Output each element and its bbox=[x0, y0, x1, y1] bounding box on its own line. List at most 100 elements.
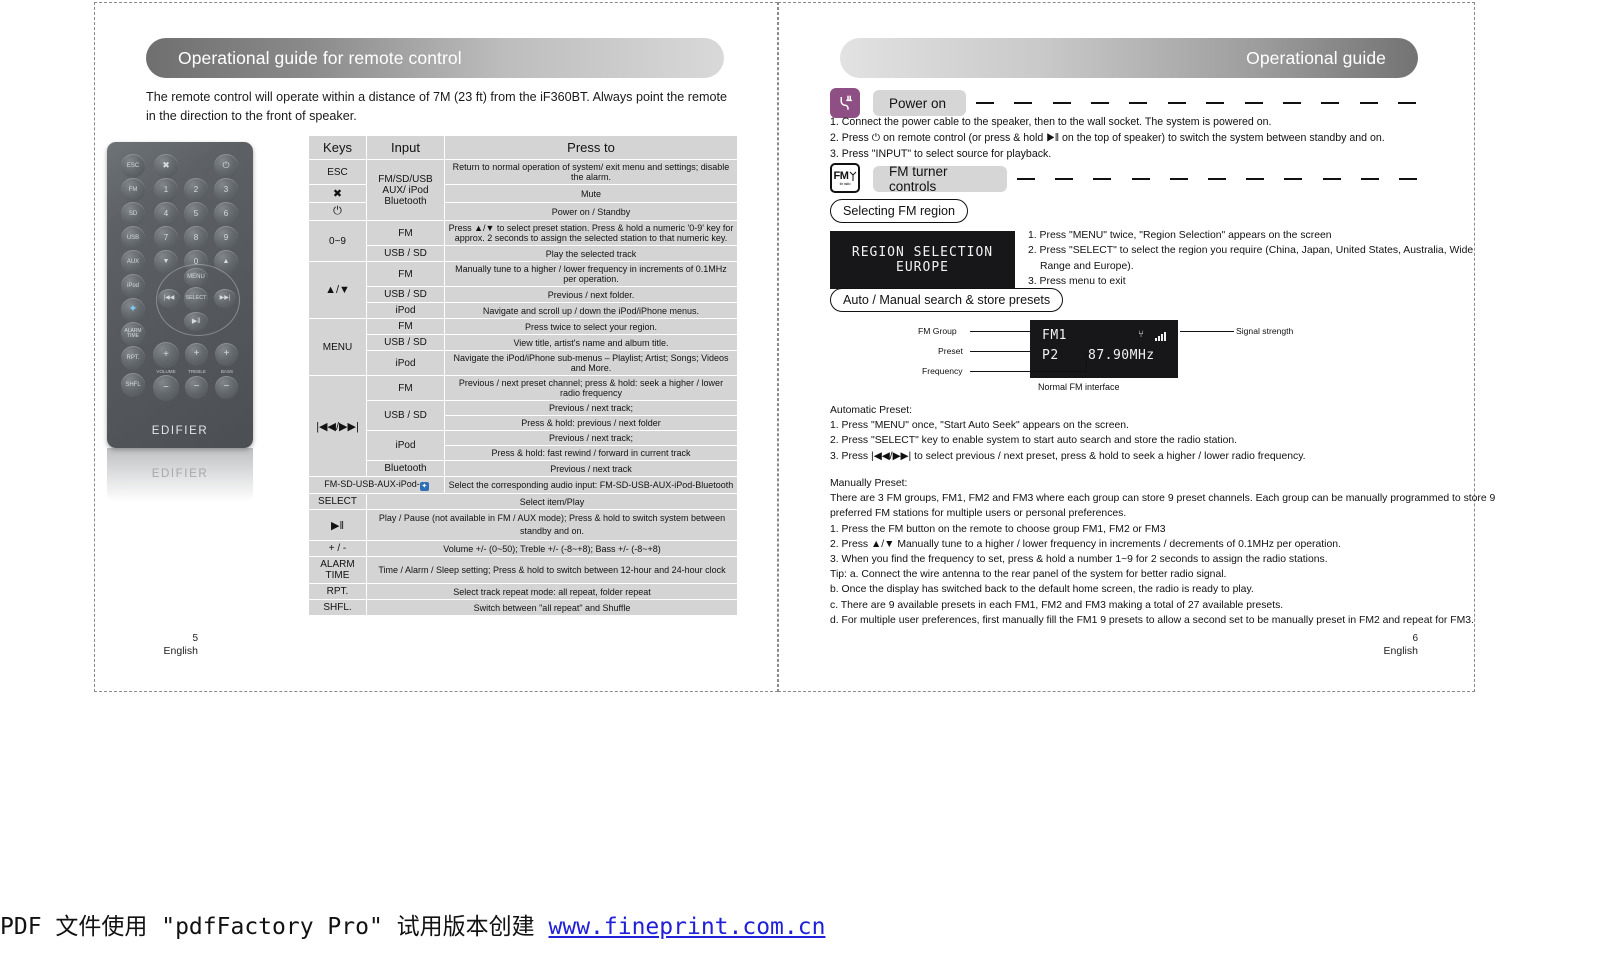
press-cell: Previous / next preset channel; press & … bbox=[444, 375, 738, 401]
treble-up-button: + bbox=[185, 343, 208, 366]
press-cell: Volume +/- (0~50); Treble +/- (-8~+8); B… bbox=[366, 540, 738, 557]
fm-group-value: FM1 bbox=[1042, 328, 1067, 343]
table-row: USB / SD Previous / next track; bbox=[309, 400, 738, 431]
key-cell-esc: ESC bbox=[308, 159, 367, 185]
manual-preset-tip-c: c. There are 9 available presets in each… bbox=[830, 599, 1284, 611]
key-cell-mute: ✖ bbox=[308, 184, 367, 203]
bass-down-button: − bbox=[215, 376, 238, 399]
table-row: ALARM TIME Time / Alarm / Sleep setting;… bbox=[308, 556, 738, 584]
table-header-row: Keys Input Press to bbox=[308, 135, 738, 160]
remote-button-1: 1 bbox=[154, 178, 178, 202]
right-page-language: English bbox=[1383, 645, 1418, 657]
press-cell: Press twice to select your region. bbox=[444, 318, 738, 335]
left-page-banner: Operational guide for remote control bbox=[146, 38, 724, 78]
press-cell: Play / Pause (not available in FM / AUX … bbox=[366, 509, 738, 541]
region-step-3: 3. Press menu to exit bbox=[1028, 276, 1126, 288]
power-step-2: 2. Press ⏻ on remote control (or press &… bbox=[830, 132, 1385, 144]
press-cell: Previous / next track bbox=[444, 460, 738, 477]
key-cell-power: ⏻ bbox=[308, 202, 367, 221]
table-row: Bluetooth Previous / next track bbox=[309, 460, 738, 477]
callout-signal-strength: Signal strength bbox=[1236, 326, 1294, 336]
leader-frequency-v bbox=[1086, 354, 1087, 372]
remote-button-sd: SD bbox=[121, 202, 145, 226]
table-row: ▲/▼ FM Manually tune to a higher / lower… bbox=[308, 261, 738, 319]
remote-button-6: 6 bbox=[214, 202, 238, 226]
input-cell-usb-sd: USB / SD bbox=[366, 245, 445, 262]
input-cell-fm: FM bbox=[366, 220, 445, 246]
table-row: USB / SD Play the selected track bbox=[309, 245, 738, 262]
signal-bars-icon bbox=[1155, 332, 1166, 341]
power-step-1: 1. Connect the power cable to the speake… bbox=[830, 116, 1272, 128]
input-cell-usb-sd: USB / SD bbox=[366, 334, 445, 351]
manual-preset-tip-a: Tip: a. Connect the wire antenna to the … bbox=[830, 569, 1227, 581]
press-cell: Press & hold: fast rewind / forward in c… bbox=[444, 445, 738, 461]
bass-up-button: + bbox=[215, 343, 238, 366]
callout-fm-group: FM Group bbox=[918, 326, 957, 336]
power-section-dashes bbox=[976, 102, 1416, 104]
input-cell-usb-sd: USB / SD bbox=[366, 400, 445, 431]
right-page: Operational guide Power on 1. Connect th… bbox=[778, 0, 1495, 692]
key-cell-plus-minus: + / - bbox=[308, 540, 367, 557]
press-cell: Press ▲/▼ to select preset station. Pres… bbox=[444, 220, 738, 246]
table-row: iPod Navigate the iPod/iPhone sub-menus … bbox=[309, 350, 738, 376]
table-row: |◀◀/▶▶| FM Previous / next preset channe… bbox=[308, 375, 738, 477]
remote-intro-text: The remote control will operate within a… bbox=[146, 90, 727, 123]
volume-knob-label: VOLUME bbox=[156, 369, 176, 374]
table-row: ESC FM/SD/USB AUX/ iPod Bluetooth Return… bbox=[308, 159, 738, 221]
input-cell-fm: FM bbox=[366, 375, 445, 401]
left-page-number: 5 bbox=[192, 633, 198, 644]
region-selection-display: REGION SELECTION EUROPE bbox=[830, 231, 1015, 289]
remote-body: ESC ✖ ⏻ FM 1 2 3 SD 4 5 6 USB 7 8 9 AUX bbox=[107, 142, 253, 448]
fm-figure-caption: Normal FM interface bbox=[1038, 382, 1120, 392]
automatic-preset-step-2: 2. Press "SELECT" key to enable system t… bbox=[830, 435, 1238, 447]
key-cell-shfl: SHFL. bbox=[308, 599, 367, 616]
remote-button-3: 3 bbox=[214, 178, 238, 202]
automatic-preset-title: Automatic Preset: bbox=[830, 405, 913, 416]
fm-radio-icon: FM for radio bbox=[830, 163, 860, 193]
automatic-preset-step-1: 1. Press "MENU" once, "Start Auto Seek" … bbox=[830, 420, 1129, 432]
normal-fm-interface-figure: FM1 P2 87.90MHz ⑂ FM Group Preset Freque… bbox=[918, 320, 1348, 398]
key-cell-play-pause: ▶‖ bbox=[308, 509, 367, 541]
key-cell-prevnext: |◀◀/▶▶| bbox=[308, 375, 367, 477]
table-row: MENU FM Press twice to select your regio… bbox=[308, 318, 738, 376]
fm-icon-sublabel: for radio bbox=[839, 181, 851, 186]
remote-button-next: ▶▶| bbox=[214, 289, 236, 308]
leader-signal bbox=[1180, 331, 1234, 332]
right-page-title: Operational guide bbox=[1246, 47, 1386, 68]
fm-section-dashes bbox=[1017, 178, 1417, 180]
remote-control-illustration: ESC ✖ ⏻ FM 1 2 3 SD 4 5 6 USB 7 8 9 AUX bbox=[99, 140, 279, 502]
region-step-2: 2. Press "SELECT" to select the region y… bbox=[1028, 245, 1474, 257]
press-cell: Navigate the iPod/iPhone sub-menus – Pla… bbox=[444, 350, 738, 376]
table-row: SHFL. Switch between "all repeat" and Sh… bbox=[308, 599, 738, 616]
fineprint-link[interactable]: www.fineprint.com.cn bbox=[549, 914, 826, 940]
press-cell: Select track repeat mode: all repeat, fo… bbox=[366, 583, 738, 600]
leader-frequency-h bbox=[970, 371, 1086, 372]
selecting-fm-region-heading: Selecting FM region bbox=[830, 199, 968, 223]
table-row: SELECT Select item/Play bbox=[308, 493, 738, 510]
key-cell-select: SELECT bbox=[308, 493, 367, 510]
key-cell-numeric: 0~9 bbox=[308, 220, 367, 262]
press-cell: Previous / next track; bbox=[444, 430, 738, 446]
right-page-number: 6 bbox=[1412, 633, 1418, 644]
remote-brand-label: EDIFIER bbox=[151, 425, 209, 437]
remote-button-9: 9 bbox=[214, 226, 238, 250]
manual-preset-paragraph-line2: preferred FM stations for multiple users… bbox=[830, 508, 1127, 520]
watermark-text: PDF 文件使用 "pdfFactory Pro" 试用版本创建 bbox=[0, 914, 549, 940]
key-cell-updown: ▲/▼ bbox=[308, 261, 367, 319]
right-page-banner: Operational guide bbox=[840, 38, 1418, 78]
fm-preset-value: P2 bbox=[1042, 348, 1059, 363]
remote-button-esc: ESC bbox=[121, 154, 145, 178]
press-cell: Return to normal operation of system/ ex… bbox=[444, 159, 738, 185]
press-cell: Navigate and scroll up / down the iPod/i… bbox=[444, 302, 738, 319]
volume-down-button: − bbox=[153, 375, 179, 401]
power-on-steps: 1. Connect the power cable to the speake… bbox=[830, 114, 1385, 162]
manual-preset-step-1: 1. Press the FM button on the remote to … bbox=[830, 523, 1166, 535]
left-page-title: Operational guide for remote control bbox=[178, 47, 462, 68]
leader-preset bbox=[970, 351, 1030, 352]
press-cell: Time / Alarm / Sleep setting; Press & ho… bbox=[366, 556, 738, 584]
power-on-pill: Power on bbox=[873, 90, 966, 116]
mute-icon: ✖ bbox=[154, 154, 178, 178]
bluetooth-icon: ✦ bbox=[121, 298, 145, 322]
key-cell-rpt: RPT. bbox=[308, 583, 367, 600]
press-cell: Previous / next track; bbox=[444, 400, 738, 416]
